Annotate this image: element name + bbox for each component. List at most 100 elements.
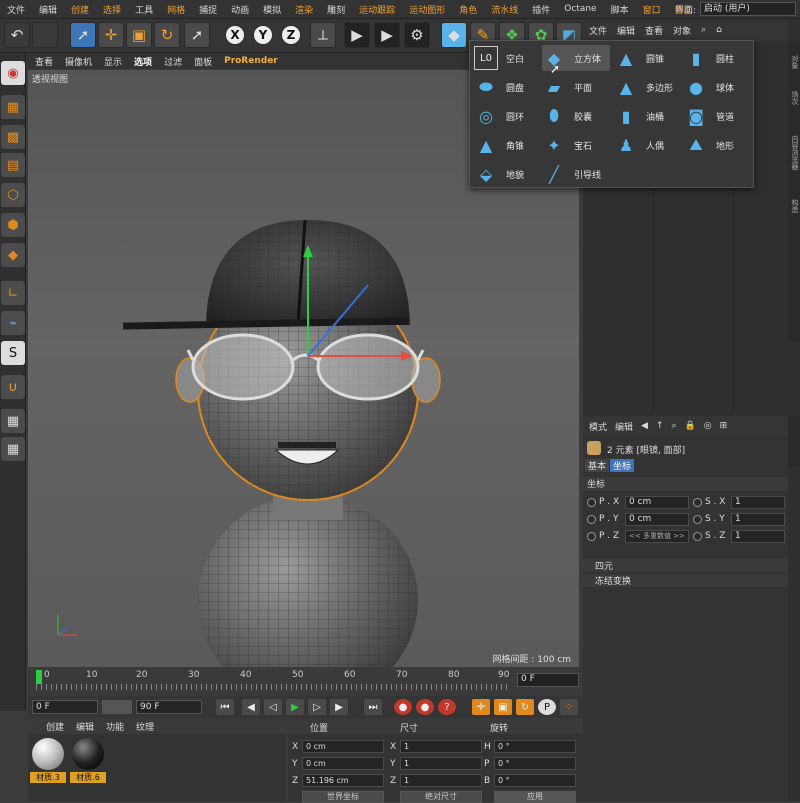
up-arrow-icon[interactable]: ↑ <box>656 421 664 431</box>
play-button[interactable]: ▶ <box>286 699 304 715</box>
tweak-mode-button[interactable]: ⌁ <box>1 311 25 335</box>
next-key-button[interactable]: ▶ <box>330 699 348 715</box>
menu-tools[interactable]: 工具 <box>128 3 160 16</box>
tab-coordinates[interactable]: 坐标 <box>610 459 634 472</box>
menu-snap[interactable]: 捕捉 <box>192 3 224 16</box>
menu-plugins[interactable]: 插件 <box>525 3 557 16</box>
viewport-menu-options[interactable]: 选项 <box>134 55 152 68</box>
create-polygon-item[interactable]: ▲ 多边形 <box>614 74 680 100</box>
workplane-button[interactable]: ▤ <box>1 153 25 177</box>
side-tab-content-browser[interactable]: 内容浏览器 <box>788 117 800 187</box>
size-z-field[interactable]: 1 <box>400 774 482 787</box>
previous-key-button[interactable]: ◀ <box>242 699 260 715</box>
timeline-frame-field[interactable]: 0 F <box>517 673 579 687</box>
create-guide-item[interactable]: ╱ 引导线 <box>542 161 610 187</box>
create-oiltank-item[interactable]: ▮ 油桶 <box>614 103 680 129</box>
playhead[interactable] <box>36 670 42 684</box>
animate-radio[interactable] <box>587 498 596 507</box>
menu-mograph[interactable]: 运动图形 <box>402 3 452 16</box>
attributes-menu-edit[interactable]: 编辑 <box>615 420 633 433</box>
cube-create-button[interactable]: ◆ <box>441 22 467 48</box>
scale-tool-button[interactable]: ▣ <box>126 22 152 48</box>
edges-mode-button[interactable]: ⬢ <box>1 213 25 237</box>
rotation-p-field[interactable]: 0 ° <box>494 757 576 770</box>
target-icon[interactable]: ◎ <box>704 421 712 431</box>
attr-px-field[interactable]: 0 cm <box>625 496 689 509</box>
menu-select[interactable]: 选择 <box>96 3 128 16</box>
create-disc-item[interactable]: ⬬ 圆盘 <box>474 74 538 100</box>
animate-radio[interactable] <box>693 498 702 507</box>
create-cylinder-item[interactable]: ▮ 圆柱 <box>684 45 750 71</box>
y-axis-toggle[interactable]: Y <box>252 24 274 46</box>
position-key-toggle[interactable]: ✛ <box>472 699 490 715</box>
absolute-size-select[interactable]: 绝对尺寸 <box>400 791 482 803</box>
go-to-end-button[interactable]: ⏭ <box>364 699 382 715</box>
viewport-menu-cameras[interactable]: 摄像机 <box>65 55 92 68</box>
move-tool-button[interactable]: ✛ <box>98 22 124 48</box>
rotate-tool-button[interactable]: ↻ <box>154 22 180 48</box>
world-coordinates-select[interactable]: 世界坐标 <box>302 791 384 803</box>
material-menu-function[interactable]: 功能 <box>106 720 124 733</box>
position-x-field[interactable]: 0 cm <box>302 740 384 753</box>
object-menu-view[interactable]: 查看 <box>645 24 663 37</box>
attributes-side-tab[interactable] <box>788 416 800 466</box>
new-panel-icon[interactable]: ⊞ <box>720 421 728 431</box>
menu-sculpt[interactable]: 雕刻 <box>320 3 352 16</box>
coordinate-system-button[interactable]: ⟂ <box>310 22 336 48</box>
keyframe-selection-button[interactable]: ? <box>438 699 456 715</box>
scale-key-toggle[interactable]: ▣ <box>494 699 512 715</box>
animate-radio[interactable] <box>587 532 596 541</box>
side-tab-objects[interactable]: 对象 <box>788 45 800 79</box>
search-icon[interactable]: ⌕ <box>672 421 677 431</box>
menu-mesh[interactable]: 网格 <box>160 3 192 16</box>
select-tool-button[interactable]: ➚ <box>70 22 96 48</box>
texture-mode-button[interactable]: ▩ <box>1 125 25 149</box>
position-z-field[interactable]: 51.196 cm <box>302 774 384 787</box>
render-settings-button[interactable]: ⚙ <box>404 22 430 48</box>
material-menu-texture[interactable]: 纹理 <box>136 720 154 733</box>
points-mode-button[interactable]: ⬡ <box>1 183 25 207</box>
rotation-h-field[interactable]: 0 ° <box>494 740 576 753</box>
menu-create[interactable]: 创建 <box>64 3 96 16</box>
material-menu-edit[interactable]: 编辑 <box>76 720 94 733</box>
auto-key-button[interactable]: ● <box>416 699 434 715</box>
group-quaternion[interactable]: 四元 <box>583 559 788 572</box>
create-figure-item[interactable]: ♟ 人偶 <box>614 132 680 158</box>
viewport-menu-prorender[interactable]: ProRender <box>224 56 278 66</box>
create-tube-item[interactable]: ◙ 管道 <box>684 103 750 129</box>
menu-script[interactable]: 脚本 <box>604 3 636 16</box>
object-menu-edit[interactable]: 编辑 <box>617 24 635 37</box>
menu-render[interactable]: 渲染 <box>288 3 320 16</box>
tab-basic[interactable]: 基本 <box>585 459 609 472</box>
size-y-field[interactable]: 1 <box>400 757 482 770</box>
create-sphere-item[interactable]: ● 球体 <box>684 74 750 100</box>
viewport-menu-view[interactable]: 查看 <box>35 55 53 68</box>
create-pyramid-item[interactable]: ▲ 角锥 <box>474 132 538 158</box>
side-tab-takes[interactable]: 场次 <box>788 81 800 115</box>
redo-button[interactable] <box>32 22 58 48</box>
attributes-menu-mode[interactable]: 模式 <box>589 420 607 433</box>
layout-select[interactable]: 启动 (用户) <box>700 2 796 16</box>
menu-simulate[interactable]: 模拟 <box>256 3 288 16</box>
lock-icon[interactable]: 🔒 <box>685 421 696 431</box>
object-menu-object[interactable]: 对象 <box>673 24 691 37</box>
render-view-button[interactable]: ▶ <box>344 22 370 48</box>
previous-frame-button[interactable]: ◁ <box>264 699 282 715</box>
group-freeze-transform[interactable]: 冻结变换 <box>583 574 788 587</box>
menu-window[interactable]: 窗口 <box>636 3 668 16</box>
model-mode-button[interactable]: ▦ <box>1 95 25 119</box>
create-null-item[interactable]: L0 空白 <box>474 45 538 71</box>
material-swatch[interactable]: 材质.3 <box>30 738 66 783</box>
attr-pz-field[interactable]: << 多重数值 >> <box>625 530 689 543</box>
make-editable-button[interactable]: ◉ <box>1 61 25 85</box>
create-relief-item[interactable]: ⬙ 地貌 <box>474 161 538 187</box>
create-landscape-item[interactable]: ⛰ 地形 <box>684 132 750 158</box>
solo-button[interactable]: S <box>1 341 25 365</box>
search-icon[interactable]: ⌕ <box>701 25 706 35</box>
z-axis-toggle[interactable]: Z <box>280 24 302 46</box>
viewport-menu-display[interactable]: 显示 <box>104 55 122 68</box>
planar-workplane-button[interactable]: ▦ <box>1 437 25 461</box>
menu-pipeline[interactable]: 流水线 <box>484 3 525 16</box>
rotation-b-field[interactable]: 0 ° <box>494 774 576 787</box>
object-menu-file[interactable]: 文件 <box>589 24 607 37</box>
